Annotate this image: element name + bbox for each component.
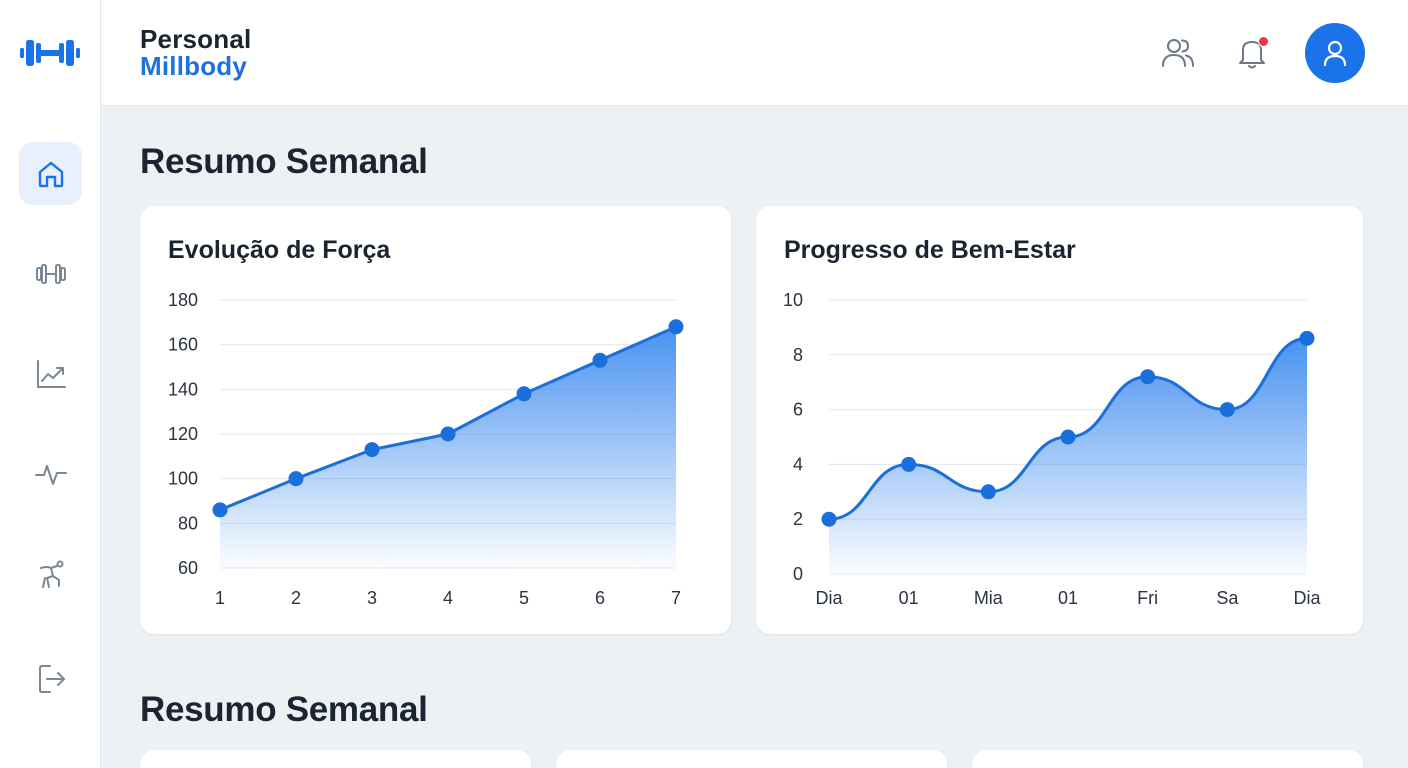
data-point[interactable] [1140, 369, 1156, 385]
nav-logout[interactable] [19, 647, 82, 710]
home-icon [38, 161, 63, 187]
users-icon [1162, 39, 1194, 67]
x-tick-label: 6 [595, 588, 605, 608]
data-point[interactable] [1299, 330, 1315, 346]
y-tick-label: 160 [168, 335, 198, 355]
dumbbell-icon [35, 263, 66, 284]
activity-pulse-icon [34, 464, 67, 485]
brand-name-line1: Personal [140, 24, 252, 54]
data-point[interactable] [1060, 429, 1076, 445]
x-tick-label: Fri [1137, 588, 1158, 608]
x-tick-label: 2 [291, 588, 301, 608]
data-point[interactable] [901, 456, 917, 472]
nav-stretching[interactable] [19, 542, 82, 605]
chart-card-strength: Evolução de Força 180 160 140 120 100 80 60 1 2 3… [140, 206, 731, 634]
nav-progress[interactable] [19, 342, 82, 405]
x-tick-label: 7 [671, 588, 681, 608]
data-point[interactable] [980, 484, 996, 500]
users-button[interactable] [1156, 31, 1200, 75]
x-tick-label: 3 [367, 588, 377, 608]
x-tick-label: Dia [1293, 588, 1321, 608]
x-tick-label: Sa [1216, 588, 1239, 608]
section-title-weekly-summary: Resumo Semanal [140, 142, 428, 181]
y-tick-label: 120 [168, 424, 198, 444]
data-point[interactable] [364, 442, 380, 458]
strength-area-chart: 180 160 140 120 100 80 60 1 2 3 4 5 6 7 [168, 290, 684, 608]
summary-card-2 [556, 750, 947, 768]
data-point[interactable] [440, 426, 456, 442]
data-point[interactable] [1219, 402, 1235, 418]
notifications-button[interactable] [1230, 31, 1274, 75]
brand-logo-text[interactable]: Personal Millbody [140, 26, 251, 79]
area-fill [220, 326, 676, 568]
summary-card-1 [140, 750, 531, 768]
x-tick-label: 4 [443, 588, 453, 608]
trending-chart-icon [36, 359, 66, 388]
y-tick-label: 100 [168, 469, 198, 489]
area-fill [829, 338, 1307, 574]
x-tick-label: 01 [899, 588, 919, 608]
brand-name-line2: Millbody [140, 51, 248, 81]
y-tick-label: 10 [783, 290, 803, 310]
data-point[interactable] [516, 386, 532, 402]
nav-workouts[interactable] [19, 242, 82, 305]
x-tick-label: 5 [519, 588, 529, 608]
y-tick-label: 60 [178, 558, 198, 578]
y-tick-label: 2 [793, 509, 803, 529]
y-tick-label: 8 [793, 345, 803, 365]
section-title-weekly-summary-2: Resumo Semanal [140, 690, 428, 729]
notification-badge [1258, 36, 1269, 47]
user-avatar-icon [1323, 40, 1347, 67]
wellbeing-area-chart: 10 8 6 4 2 0 Dia 01 Mia 01 Fri Sa Dia [783, 290, 1322, 608]
x-tick-label: Mia [974, 588, 1004, 608]
summary-card-3 [972, 750, 1363, 768]
y-tick-label: 140 [168, 379, 198, 399]
top-bar: Personal Millbody [101, 0, 1408, 106]
x-tick-label: Dia [815, 588, 843, 608]
data-point[interactable] [592, 352, 608, 368]
chart-card-wellbeing: Progresso de Bem-Estar 10 8 6 4 2 0 Dia 01 Mia 01… [756, 206, 1363, 634]
x-tick-label: 01 [1058, 588, 1078, 608]
x-tick-label: 1 [215, 588, 225, 608]
data-point[interactable] [212, 502, 228, 518]
logout-icon [38, 664, 65, 693]
data-point[interactable] [288, 471, 304, 487]
profile-avatar-button[interactable] [1305, 23, 1365, 83]
y-tick-label: 4 [793, 454, 803, 474]
stretch-icon [39, 560, 63, 588]
sidebar [0, 0, 101, 768]
nav-home[interactable] [19, 142, 82, 205]
dumbbell-logo-icon [18, 34, 82, 72]
data-point[interactable] [821, 511, 837, 527]
y-tick-label: 6 [793, 400, 803, 420]
y-tick-label: 180 [168, 290, 198, 310]
nav-activity[interactable] [19, 442, 82, 505]
y-tick-label: 0 [793, 564, 803, 584]
y-tick-label: 80 [178, 513, 198, 533]
data-point[interactable] [668, 319, 684, 335]
